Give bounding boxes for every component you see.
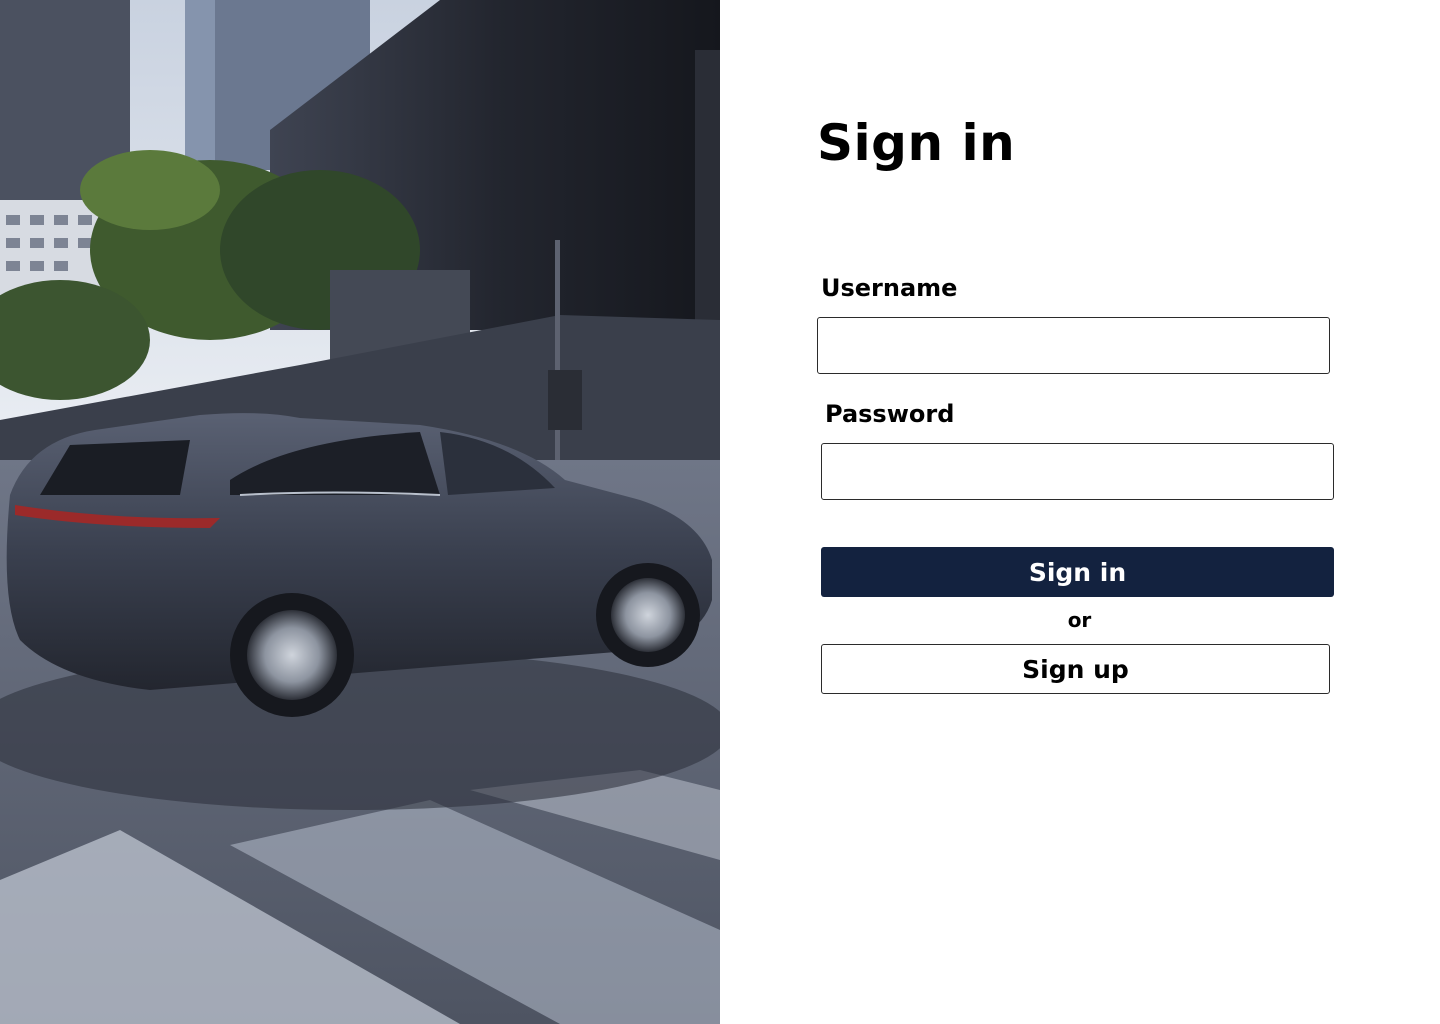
signin-button[interactable]: Sign in	[821, 547, 1334, 597]
page-title: Sign in	[817, 114, 1016, 172]
hero-car-illustration	[0, 0, 720, 1024]
signin-panel: Sign in Username Password Sign in or Sig…	[720, 0, 1440, 1024]
password-label: Password	[825, 400, 955, 428]
password-input[interactable]	[821, 443, 1334, 500]
hero-image	[0, 0, 720, 1024]
username-label: Username	[821, 274, 958, 302]
signup-button[interactable]: Sign up	[821, 644, 1330, 694]
or-divider-text: or	[1067, 608, 1092, 632]
username-input[interactable]	[817, 317, 1330, 374]
